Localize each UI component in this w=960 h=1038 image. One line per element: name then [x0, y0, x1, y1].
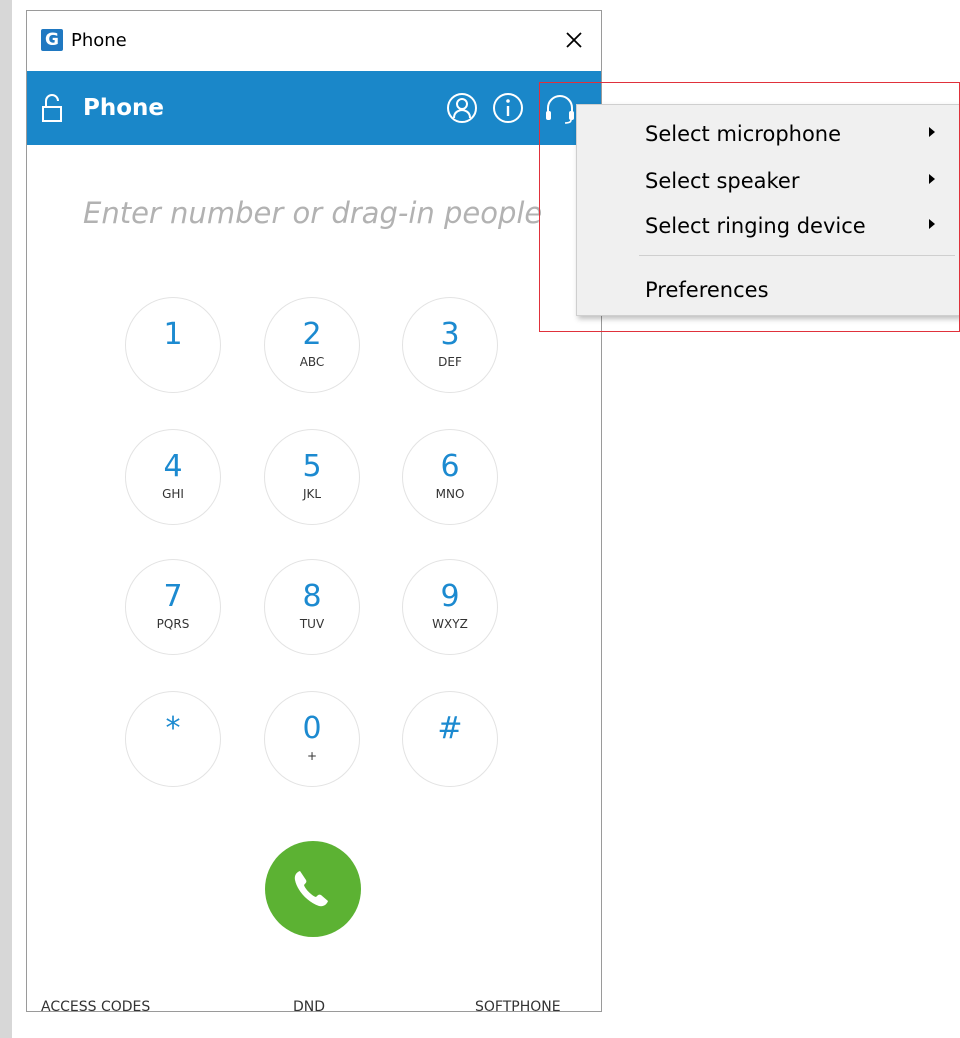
key-digit: 4 — [163, 449, 183, 484]
key-digit: 9 — [440, 579, 460, 614]
key-1[interactable]: 1 — [125, 297, 221, 393]
contacts-icon[interactable] — [445, 91, 479, 125]
info-icon[interactable] — [491, 91, 525, 125]
close-button[interactable] — [557, 23, 591, 57]
key-hash[interactable]: # — [402, 691, 498, 787]
app-logo-icon: G — [41, 29, 63, 51]
access-codes-button[interactable]: ACCESS CODES — [41, 998, 150, 1016]
key-9[interactable]: 9 WXYZ — [402, 559, 498, 655]
key-digit: 2 — [302, 317, 322, 352]
phone-window: G Phone Phone Enter number or drag-in pe… — [26, 10, 603, 1015]
softphone-button[interactable]: SOFTPHONE — [475, 998, 561, 1016]
key-6[interactable]: 6 MNO — [402, 429, 498, 525]
key-4[interactable]: 4 GHI — [125, 429, 221, 525]
key-letters: DEF — [438, 355, 462, 369]
key-3[interactable]: 3 DEF — [402, 297, 498, 393]
key-8[interactable]: 8 TUV — [264, 559, 360, 655]
key-0[interactable]: 0 + — [264, 691, 360, 787]
key-digit: 3 — [440, 317, 460, 352]
key-letters: ABC — [299, 355, 325, 369]
key-5[interactable]: 5 JKL — [264, 429, 360, 525]
key-2[interactable]: 2 ABC — [264, 297, 360, 393]
phone-header: Phone — [27, 71, 601, 145]
key-letters: + — [306, 749, 318, 763]
close-icon — [566, 32, 582, 48]
key-letters: JKL — [302, 487, 322, 501]
key-digit: 8 — [302, 579, 322, 614]
key-digit: 7 — [163, 579, 183, 614]
annotation-highlight-box — [539, 82, 960, 332]
unlock-icon[interactable] — [41, 93, 63, 123]
window-title: Phone — [71, 30, 127, 51]
header-title: Phone — [83, 95, 165, 121]
call-button[interactable] — [265, 841, 361, 937]
number-input[interactable] — [83, 191, 603, 235]
key-digit: * — [165, 711, 181, 746]
background-window-edge — [0, 0, 12, 1038]
key-digit: 5 — [302, 449, 322, 484]
key-digit: 1 — [163, 317, 183, 352]
key-digit: # — [437, 711, 463, 746]
key-digit: 6 — [440, 449, 460, 484]
phone-handset-icon — [294, 871, 328, 907]
key-letters: PQRS — [156, 617, 190, 631]
key-letters: GHI — [162, 487, 184, 501]
dnd-button[interactable]: DND — [293, 998, 325, 1016]
key-letters: WXYZ — [432, 617, 468, 631]
key-7[interactable]: 7 PQRS — [125, 559, 221, 655]
key-letters: MNO — [435, 487, 465, 501]
key-letters: TUV — [299, 617, 325, 631]
title-bar: G Phone — [27, 11, 601, 71]
key-star[interactable]: * — [125, 691, 221, 787]
key-digit: 0 — [302, 711, 322, 746]
